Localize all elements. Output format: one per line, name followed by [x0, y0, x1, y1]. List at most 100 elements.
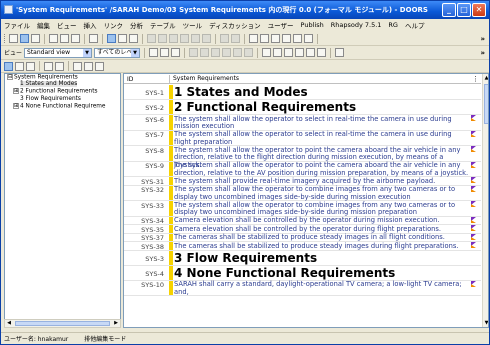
sort-icon[interactable] [118, 34, 127, 43]
menu-item[interactable]: リンク [104, 20, 124, 30]
chevron-down-icon[interactable]: ▼ [131, 48, 140, 57]
level3-icon[interactable] [211, 48, 221, 57]
archive-icon[interactable] [317, 48, 327, 57]
link-indicator-icon[interactable] [471, 233, 476, 241]
views-icon[interactable] [84, 61, 93, 71]
link-end-icon[interactable] [282, 34, 291, 43]
heading-text[interactable]: 2 Functional Requirements [174, 100, 469, 114]
link-indicator-icon[interactable] [471, 280, 476, 288]
heading-text[interactable]: 3 Flow Requirements [174, 251, 469, 265]
requirement-text[interactable]: The cameras shall be stabilized to produ… [174, 242, 469, 251]
requirement-row[interactable]: SYS-37 The cameras shall be stabilized to… [124, 233, 481, 242]
link-icon[interactable] [271, 34, 280, 43]
scroll-left-icon[interactable]: ◀ [5, 320, 13, 327]
menu-item[interactable]: ディスカッション [209, 20, 261, 30]
align-left-icon[interactable] [147, 34, 156, 43]
scroll-right-icon[interactable]: ▶ [112, 320, 120, 327]
copy-icon[interactable] [60, 34, 69, 43]
insert-column-icon[interactable] [249, 34, 258, 43]
heading-text[interactable]: 4 None Functional Requirements [174, 266, 469, 280]
menu-item[interactable]: ビュー [57, 20, 77, 30]
link-indicator-icon[interactable] [471, 185, 476, 193]
filter-on-icon[interactable] [171, 48, 181, 57]
link-indicator-icon[interactable] [471, 225, 476, 232]
tree-item[interactable]: 3 Flow Requirements [5, 96, 120, 103]
link-indicator-icon[interactable] [471, 161, 476, 169]
requirement-text[interactable]: The system shall provide real-time image… [174, 177, 469, 186]
column-menu-icon[interactable]: ⋮ [472, 75, 479, 83]
menu-item[interactable]: 分析 [130, 20, 143, 30]
scroll-thumb[interactable] [15, 321, 110, 326]
requirement-text[interactable]: The system shall allow the operator to s… [174, 115, 469, 131]
requirement-text[interactable]: Camera elevation shall be controlled by … [174, 216, 469, 225]
link-indicator-icon[interactable] [471, 201, 476, 208]
analysis-icon[interactable] [273, 48, 283, 57]
compare-icon[interactable] [306, 48, 316, 57]
tree-item[interactable]: ⊞ 2 Functional Requirements [5, 88, 120, 95]
link-tools-icon[interactable] [262, 48, 272, 57]
graphics-icon[interactable] [160, 48, 170, 57]
insert-table-icon[interactable] [260, 34, 269, 43]
filter-icon[interactable] [107, 34, 116, 43]
scroll-down-icon[interactable]: ▼ [483, 319, 488, 327]
level1-icon[interactable] [189, 48, 199, 57]
attributes-icon[interactable] [73, 61, 82, 71]
title-bar[interactable]: 'System Requirements' /SARAH Demo/03 Sys… [1, 1, 489, 19]
cut-icon[interactable] [49, 34, 58, 43]
requirement-text[interactable]: The system shall allow the operator to s… [174, 130, 469, 146]
spell-check-icon[interactable] [89, 34, 98, 43]
menu-item[interactable]: Rhapsody 7.5.1 [331, 21, 382, 29]
layout-icon[interactable] [95, 61, 104, 71]
align-center-icon[interactable] [158, 34, 167, 43]
link-indicator-icon[interactable] [471, 146, 476, 153]
chevron-down-icon[interactable]: ▼ [83, 48, 92, 57]
requirement-row[interactable]: SYS-10 SARAH shall carry a standard, dayl… [124, 280, 481, 296]
grid-vertical-scrollbar[interactable]: ▲ ▼ [482, 74, 488, 327]
menu-item[interactable]: ツール [183, 20, 203, 30]
history-icon[interactable] [129, 34, 138, 43]
level4-icon[interactable] [222, 48, 232, 57]
menu-item[interactable]: RG [388, 21, 398, 29]
bold-icon[interactable] [169, 34, 178, 43]
new-object-icon[interactable] [4, 61, 13, 71]
level6-icon[interactable] [244, 48, 254, 57]
expand-icon[interactable]: ⊞ [13, 102, 19, 109]
requirement-row[interactable]: SYS-32 The system shall allow the operato… [124, 185, 481, 201]
menu-item[interactable]: 挿入 [84, 20, 97, 30]
collapse-icon[interactable]: ⊟ [7, 74, 13, 80]
object-icon[interactable] [293, 34, 302, 43]
print-icon[interactable] [31, 34, 40, 43]
maximize-button[interactable]: □ [457, 3, 471, 17]
edit-icon[interactable] [44, 61, 53, 71]
scroll-up-icon[interactable]: ▲ [483, 74, 488, 82]
link-indicator-icon[interactable] [471, 216, 476, 224]
link-indicator-icon[interactable] [471, 130, 476, 138]
level5-icon[interactable] [233, 48, 243, 57]
properties-icon[interactable] [55, 61, 64, 71]
requirement-row[interactable]: SYS-8 The system shall allow the operator… [124, 146, 481, 168]
tree-horizontal-scrollbar[interactable]: ◀ ▶ [4, 319, 121, 328]
requirement-text[interactable]: The system shall allow the operator to c… [174, 201, 469, 217]
underline-icon[interactable] [191, 34, 200, 43]
save-icon[interactable] [20, 34, 29, 43]
heading-row[interactable]: SYS-1 1 States and Modes [124, 85, 481, 100]
heading-row[interactable]: SYS-4 4 None Functional Requirements [124, 265, 481, 281]
column-header-id[interactable]: ID [127, 76, 133, 83]
tree-item[interactable]: ⊞ 4 None Functional Requireme [5, 102, 120, 110]
indent-icon[interactable] [231, 34, 240, 43]
requirement-text[interactable]: Camera elevation shall be controlled by … [174, 225, 469, 234]
link-indicator-icon[interactable] [471, 115, 476, 122]
change-bar-icon[interactable] [284, 48, 294, 57]
strike-icon[interactable] [202, 34, 211, 43]
menu-item[interactable]: Publish [301, 21, 324, 29]
column-header-requirements[interactable]: System Requirements [169, 75, 475, 83]
link-indicator-icon[interactable] [471, 242, 476, 249]
toolbar-grip[interactable] [4, 34, 7, 43]
heading-text[interactable]: 1 States and Modes [174, 85, 469, 99]
paste-icon[interactable] [71, 34, 80, 43]
requirement-row[interactable]: SYS-6 The system shall allow the operator… [124, 115, 481, 131]
requirement-text[interactable]: SARAH shall carry a standard, daylight-o… [174, 280, 469, 296]
menu-item[interactable]: 編集 [37, 20, 50, 30]
link-indicator-icon[interactable] [471, 177, 476, 184]
picture-icon[interactable] [304, 34, 313, 43]
